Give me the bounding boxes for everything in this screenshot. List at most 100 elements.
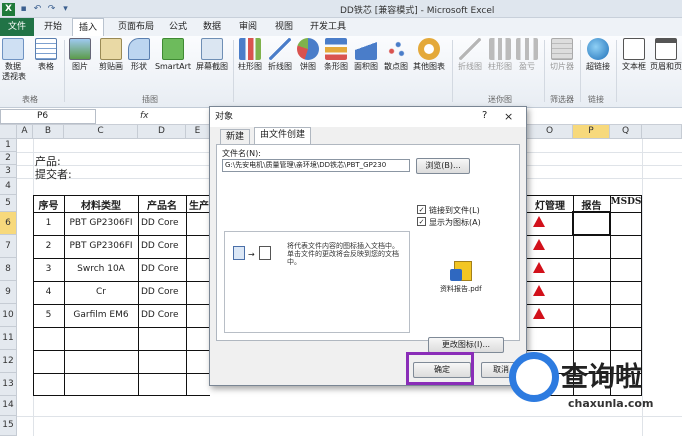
slicer-label: 切片器 [550, 62, 574, 71]
cell-material[interactable]: PBT GP2306FI [64, 218, 138, 228]
tab-home[interactable]: 开始 [38, 18, 68, 36]
column-header[interactable]: P [573, 125, 610, 139]
cell-material[interactable]: Swrch 10A [64, 264, 138, 274]
dialog-title: 对象 [210, 107, 526, 127]
tab-insert[interactable]: 插入 [72, 18, 104, 36]
row-header[interactable]: 10 [0, 304, 17, 327]
line-chart-button[interactable]: 折线图 [266, 38, 294, 72]
row-header[interactable]: 1 [0, 139, 17, 152]
sparkline-line-button[interactable]: 折线图 [456, 38, 484, 72]
sparkline-column-button[interactable]: 柱形图 [486, 38, 514, 72]
row-header[interactable]: 11 [0, 327, 17, 350]
help-icon[interactable]: ? [482, 110, 487, 121]
table-icon [35, 38, 57, 60]
column-header[interactable]: C [64, 125, 138, 139]
row-header[interactable]: 9 [0, 281, 17, 304]
cell-seq[interactable]: 4 [33, 287, 64, 297]
table-line [527, 350, 642, 351]
tab-create-new[interactable]: 新建 [220, 129, 251, 145]
header-footer-button[interactable]: 页眉和页 [650, 38, 682, 72]
area-chart-button[interactable]: 面积图 [352, 38, 380, 72]
browse-button[interactable]: 浏览(B)... [416, 158, 470, 174]
other-charts-button[interactable]: 其他图表 [412, 38, 446, 72]
close-icon[interactable]: × [504, 110, 513, 123]
textbox-button[interactable]: 文本框 [620, 38, 648, 72]
cell-seq[interactable]: 1 [33, 218, 64, 228]
column-chart-button[interactable]: 柱形图 [236, 38, 264, 72]
tab-formulas[interactable]: 公式 [164, 18, 192, 36]
selected-cell-p6[interactable] [572, 211, 611, 236]
bar-chart-button[interactable]: 条形图 [322, 38, 350, 72]
tab-create-from-file[interactable]: 由文件创建 [254, 127, 312, 145]
cell-material[interactable]: PBT GP2306FI [64, 241, 138, 251]
screenshot-button[interactable]: 屏幕截图 [194, 38, 230, 72]
row-header[interactable]: 4 [0, 178, 17, 195]
header-material: 材料类型 [81, 201, 121, 212]
tab-review[interactable]: 审阅 [234, 18, 262, 36]
select-all-corner[interactable] [0, 125, 17, 139]
row-header[interactable]: 14 [0, 396, 17, 416]
sparkline-winloss-button[interactable]: 盈亏 [516, 38, 538, 72]
column-header[interactable]: O [527, 125, 573, 139]
redo-icon[interactable]: ↷ [46, 4, 57, 15]
row-header[interactable]: 8 [0, 258, 17, 281]
customize-qat-icon[interactable]: ▾ [60, 4, 71, 15]
pivot-table-icon [2, 38, 24, 60]
tab-developer[interactable]: 开发工具 [306, 18, 350, 36]
row-header[interactable]: 12 [0, 350, 17, 373]
row-header[interactable]: 5 [0, 195, 17, 212]
row-header[interactable]: 6 [0, 212, 17, 235]
cell-product[interactable]: DD Core [141, 310, 179, 320]
tab-view[interactable]: 视图 [270, 18, 298, 36]
tab-data[interactable]: 数据 [198, 18, 226, 36]
column-header[interactable]: B [33, 125, 64, 139]
column-header[interactable]: D [138, 125, 186, 139]
column-header[interactable]: Q [610, 125, 642, 139]
clipart-icon [100, 38, 122, 60]
gridline [642, 139, 643, 436]
row-header[interactable]: 13 [0, 373, 17, 396]
column-header[interactable]: A [17, 125, 33, 139]
row-header[interactable]: 2 [0, 152, 17, 165]
filename-field[interactable]: G:\先安电机\质量管理\亲环境\DD铁芯\PBT_GP230 [222, 159, 410, 172]
group-separator [580, 40, 581, 102]
cell-product[interactable]: DD Core [141, 287, 179, 297]
undo-icon[interactable]: ↶ [32, 4, 43, 15]
cell-seq[interactable]: 2 [33, 241, 64, 251]
shapes-button[interactable]: 形状 [128, 38, 150, 72]
hyperlink-button[interactable]: 超链接 [584, 38, 612, 72]
link-to-file-checkbox[interactable]: ✓ [417, 205, 426, 214]
tab-file[interactable]: 文件 [0, 18, 34, 36]
cell-material[interactable]: Garfilm EM6 [64, 310, 138, 320]
gridline [17, 416, 682, 417]
table-button[interactable]: 表格 [34, 38, 58, 72]
cell-product[interactable]: DD Core [141, 241, 179, 251]
sparkline-column-icon [489, 38, 511, 60]
smartart-button[interactable]: SmartArt [154, 38, 192, 72]
cell-seq[interactable]: 5 [33, 310, 64, 320]
row-header[interactable]: 3 [0, 165, 17, 178]
save-icon[interactable]: ▪ [18, 4, 29, 15]
cell-product[interactable]: DD Core [141, 218, 179, 228]
cell-material[interactable]: Cr [64, 287, 138, 297]
slicer-button[interactable]: 切片器 [548, 38, 576, 72]
change-icon-button[interactable]: 更改图标(I)... [428, 337, 504, 353]
display-as-icon-checkbox[interactable]: ✓ [417, 217, 426, 226]
screenshot-label: 屏幕截图 [196, 62, 228, 71]
cell-seq[interactable]: 3 [33, 264, 64, 274]
clipart-button[interactable]: 剪贴画 [96, 38, 126, 72]
picture-button[interactable]: 图片 [68, 38, 92, 72]
column-header-blank[interactable] [642, 125, 682, 139]
fx-icon[interactable]: fx [140, 110, 156, 123]
column-header[interactable]: E [186, 125, 210, 139]
display-as-icon-label: 显示为图标(A) [429, 218, 481, 227]
scatter-chart-button[interactable]: 散点图 [382, 38, 410, 72]
row-header[interactable]: 7 [0, 235, 17, 258]
row-header[interactable]: 15 [0, 416, 17, 436]
screenshot-icon [201, 38, 223, 60]
pivot-table-button[interactable]: 数据 透视表 [2, 38, 26, 82]
tab-page-layout[interactable]: 页面布局 [112, 18, 160, 36]
name-box[interactable]: P6 [0, 109, 96, 124]
cell-product[interactable]: DD Core [141, 264, 179, 274]
pie-chart-button[interactable]: 饼图 [296, 38, 320, 72]
